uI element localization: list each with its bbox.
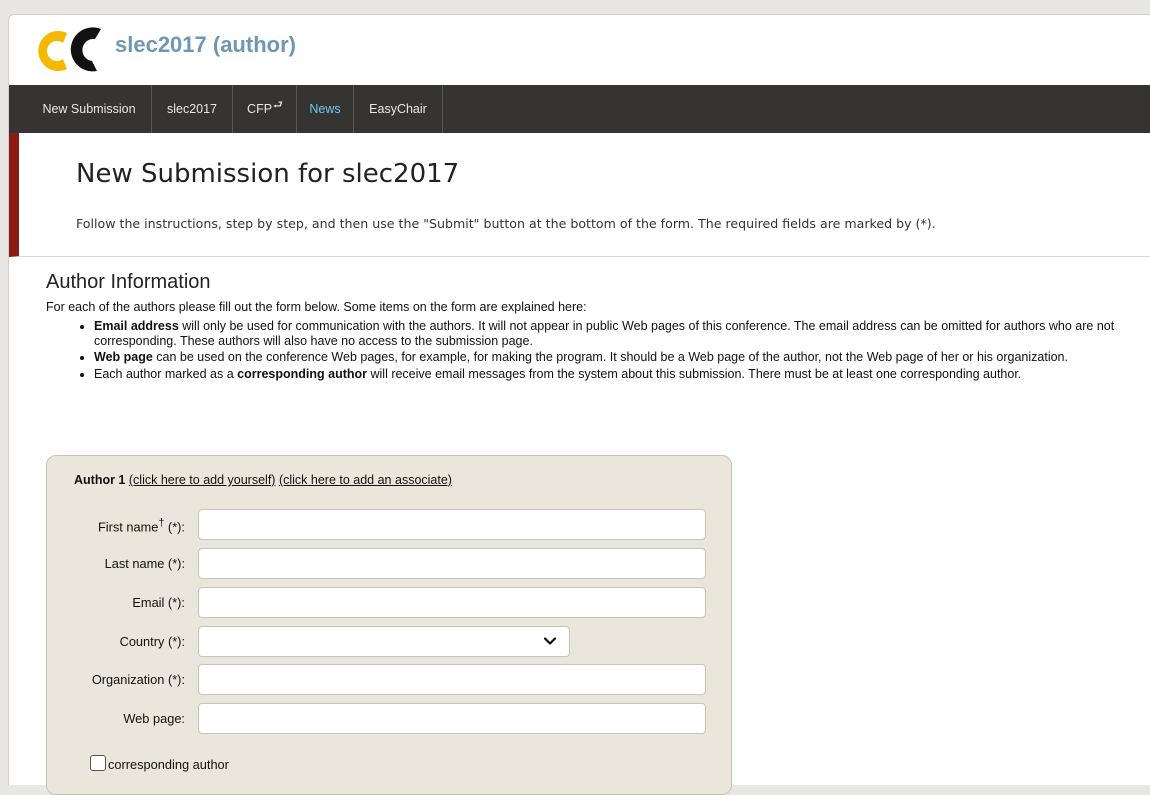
nav-label: News <box>309 102 341 116</box>
bullet-bold: corresponding author <box>237 366 368 381</box>
bullet-text: can be used on the conference Web pages,… <box>152 350 1068 365</box>
nav-label: slec2017 <box>166 102 218 116</box>
first-name-field[interactable] <box>198 509 706 540</box>
bullet-bold: Email address <box>94 319 179 333</box>
nav-easychair[interactable]: EasyChair <box>354 85 443 133</box>
bullet-bold: Web page <box>94 350 153 365</box>
email-label: Email (*): <box>132 595 185 610</box>
bullet-text: will only be used for communication with… <box>94 319 1115 349</box>
last-name-field[interactable] <box>198 548 706 579</box>
bullet-prefix: Each author marked as a <box>94 366 238 381</box>
intro-panel: New Submission for slec2017 Follow the i… <box>9 133 1150 257</box>
web-page-field[interactable] <box>198 703 706 734</box>
nav-news[interactable]: News <box>297 85 354 133</box>
nav-label: CFP <box>247 102 273 116</box>
add-associate-link[interactable]: (click here to add an associate) <box>279 473 452 487</box>
email-field[interactable] <box>198 587 706 618</box>
page-frame: slec2017 (author) New Submission slec201… <box>8 14 1150 795</box>
nav-slec2017[interactable]: slec2017 <box>152 85 233 133</box>
nav-new-submission[interactable]: New Submission <box>27 85 152 133</box>
author-number: Author 1 <box>74 473 126 487</box>
nav-label: New Submission <box>42 102 136 116</box>
bullet-text: will receive email messages from the sys… <box>367 366 1022 381</box>
first-name-label: First name† (*): <box>57 517 185 534</box>
label-text: First name <box>97 519 159 535</box>
list-item: Web page can be used on the conference W… <box>94 350 1150 365</box>
intro-instructions: Follow the instructions, step by step, a… <box>76 216 936 231</box>
nav-cfp[interactable]: CFP⮐ <box>233 85 297 133</box>
author-heading: Author 1 (click here to add yourself) (c… <box>74 473 452 487</box>
add-yourself-link[interactable]: (click here to add yourself) <box>129 473 276 487</box>
last-name-label: Last name (*): <box>104 556 185 571</box>
nav-label: EasyChair <box>369 102 427 116</box>
organization-field[interactable] <box>198 664 706 695</box>
author-information-description: For each of the authors please fill out … <box>46 300 587 314</box>
author-help-list: Email address will only be used for comm… <box>66 319 1150 383</box>
author-1-form: Author 1 (click here to add yourself) (c… <box>46 455 732 795</box>
page-title: New Submission for slec2017 <box>76 159 460 189</box>
required-mark: (*): <box>164 519 185 535</box>
web-page-label: Web page: <box>123 711 185 726</box>
external-return-arrow-icon: ⮐ <box>273 99 283 111</box>
app-header: slec2017 (author) <box>9 15 1150 85</box>
corresponding-author-checkbox[interactable] <box>90 755 106 771</box>
list-item: Each author marked as a corresponding au… <box>94 367 1150 382</box>
country-label: Country (*): <box>119 634 185 649</box>
chevron-down-icon <box>543 637 557 645</box>
app-title: slec2017 (author) <box>115 32 296 57</box>
country-select[interactable] <box>198 626 570 657</box>
list-item: Email address will only be used for comm… <box>94 319 1150 349</box>
easychair-logo-icon[interactable] <box>37 25 107 73</box>
organization-label: Organization (*): <box>91 672 185 687</box>
author-information-title: Author Information <box>46 271 211 293</box>
main-navbar: New Submission slec2017 CFP⮐ News EasyCh… <box>9 85 1150 133</box>
